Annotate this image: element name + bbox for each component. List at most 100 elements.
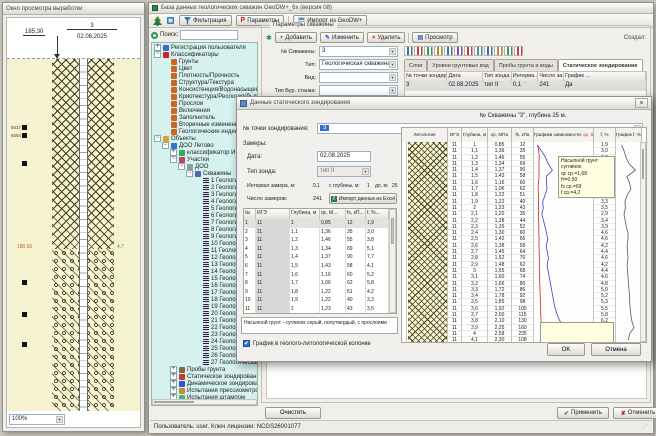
measurement-row[interactable]: 111121,23433,5 <box>244 305 396 314</box>
clear-button[interactable]: Очистить <box>265 407 321 419</box>
resize-grip[interactable]: ⋰ <box>642 423 648 430</box>
delete-button[interactable]: ×Удалить <box>367 32 405 43</box>
dialog-cancel-button[interactable]: Отмена <box>591 343 641 356</box>
expand-icon[interactable]: + <box>154 44 161 51</box>
collapse-icon[interactable]: − <box>170 156 177 163</box>
panel-vscrollbar-thumb[interactable] <box>642 149 644 179</box>
field-select[interactable]: ▼ <box>319 85 398 96</box>
measurement-row[interactable]: 10111,91,22403,3 <box>244 296 396 305</box>
tree-item[interactable]: −Классификаторы <box>153 51 257 58</box>
tab-1[interactable]: Слои <box>404 59 427 71</box>
column-header[interactable]: № точки зондир... <box>405 72 447 81</box>
column-header[interactable]: Глубина, м <box>290 209 320 219</box>
ok-button[interactable]: OK <box>547 343 585 356</box>
sounding-graph-panel[interactable]: Литология ИГЭ Глубина, м qc, МПа fs, кПа… <box>401 127 647 343</box>
column-header[interactable]: fs, кП... <box>346 209 366 219</box>
measurement-row[interactable]: 6111,51,43584,1 <box>244 262 396 271</box>
table-vscrollbar[interactable] <box>389 209 396 313</box>
measurement-row[interactable]: 5111,41,37907,7 <box>244 253 396 262</box>
collapse-icon[interactable]: − <box>186 170 193 177</box>
tree-hscrollbar[interactable] <box>152 399 257 405</box>
column-header[interactable]: qc, М... <box>320 209 346 219</box>
field-select[interactable]: 3▼ <box>319 46 398 57</box>
chart-style-icon-style-6[interactable] <box>454 46 463 56</box>
chart-style-icon-style-8[interactable] <box>474 46 483 56</box>
tree-item[interactable]: +Статическое зондирование <box>153 373 257 380</box>
expand-icon[interactable]: + <box>170 387 177 394</box>
chevron-down-icon[interactable]: ▼ <box>56 416 63 423</box>
chart-style-icon-style-10[interactable] <box>494 46 503 56</box>
chevron-down-icon[interactable]: ▼ <box>389 48 396 55</box>
measurement-row[interactable]: 7111,61,16605,2 <box>244 271 396 280</box>
collapse-icon[interactable]: − <box>154 51 161 58</box>
chart-style-icon-style-12[interactable] <box>514 46 523 56</box>
field-select[interactable]: Геологическая скважина▼ <box>319 59 398 70</box>
collapse-icon[interactable]: − <box>154 135 161 142</box>
chart-style-icon-style-4[interactable] <box>434 46 443 56</box>
tree-item[interactable]: Структура/Текстура <box>153 79 257 86</box>
tree-item[interactable]: Грунты <box>153 58 257 65</box>
measurement-row[interactable]: 2111,11,36353,0 <box>244 228 396 237</box>
add-button[interactable]: +Добавить <box>275 32 317 43</box>
tree-item[interactable]: +Испытания прессиометром <box>153 387 257 394</box>
tree-item[interactable]: Цвет <box>153 65 257 72</box>
measurement-row[interactable]: 3111,21,46553,8 <box>244 236 396 245</box>
apply-button[interactable]: ✔Применить <box>557 407 609 419</box>
date-input[interactable]: 02.08.2025 <box>317 151 371 162</box>
edit-button[interactable]: ✎Изменить <box>320 32 364 43</box>
table-row[interactable]: 302.08.2025тип II0,1241Да <box>405 81 646 91</box>
tab-4[interactable]: Статическое зондирование <box>558 59 643 71</box>
measurement-row[interactable]: 8111,71,06625,8 <box>244 279 396 288</box>
borehole-canvas[interactable]: 185,30 3 02.08.2025 180,60 4,7 65176584 … <box>6 17 141 428</box>
chart-style-icon-style-3[interactable] <box>424 46 433 56</box>
column-header[interactable]: Интерва... <box>512 72 539 81</box>
view-button[interactable]: ▤Просмотр <box>412 32 457 43</box>
sounding-points-table[interactable]: № точки зондир...ДатаТип зондаИнтерва...… <box>404 71 647 99</box>
tree-item[interactable]: +Динамическое зондирование <box>153 380 257 387</box>
tree-item[interactable]: +Регистрация пользователя <box>153 44 257 51</box>
search-input[interactable] <box>180 30 238 40</box>
tree-icon[interactable] <box>153 16 162 26</box>
field-select[interactable]: ▼ <box>319 72 398 83</box>
chevron-down-icon[interactable]: ▼ <box>389 61 396 68</box>
chart-style-icon-style-7[interactable] <box>464 46 473 56</box>
tree-item[interactable]: Консистенция/Водонасыщение/Водопрочность <box>153 86 257 93</box>
tab-3[interactable]: Пробы грунта и воды <box>494 59 558 71</box>
chart-style-icon-style-2[interactable] <box>414 46 423 56</box>
dialog-titlebar[interactable]: Данные статического зондирования × <box>237 97 651 110</box>
measurement-row[interactable]: 4111,31,34695,1 <box>244 245 396 254</box>
collapse-icon[interactable]: − <box>162 142 169 149</box>
tree-item[interactable]: +Пробы грунта <box>153 366 257 373</box>
expand-icon[interactable]: + <box>170 380 177 387</box>
column-header[interactable]: Число за... <box>538 72 564 81</box>
chart-style-icon-style-11[interactable] <box>504 46 513 56</box>
filter-button[interactable]: Фильтрация <box>179 15 232 26</box>
column-header[interactable]: Дата <box>447 72 483 81</box>
import-excel-button[interactable]: X Импорт данных из Excel <box>329 193 397 204</box>
expand-icon[interactable]: + <box>170 149 177 156</box>
measurement-row[interactable]: 11110,85121,9 <box>244 219 396 228</box>
borehole-window-titlebar[interactable]: Окно просмотра выработки <box>3 3 144 15</box>
column-header[interactable]: f, %... <box>366 209 389 219</box>
collapse-icon[interactable]: − <box>178 163 185 170</box>
column-header[interactable]: № <box>244 209 256 219</box>
expand-icon[interactable]: + <box>170 373 177 380</box>
chart-style-icon-style-1[interactable] <box>404 46 413 56</box>
cancel-button[interactable]: ✘Отменить <box>613 407 656 419</box>
measurements-table[interactable]: №ИГЭГлубина, мqc, М...fs, кП...f, %... 1… <box>243 208 397 314</box>
panel-vscrollbar[interactable] <box>640 142 646 342</box>
probe-type-select[interactable]: тип II▼ <box>317 166 371 177</box>
main-window-titlebar[interactable]: База данных геологических скважин GeoDW+… <box>149 3 653 14</box>
zoom-select[interactable]: 100%▼ <box>9 414 65 425</box>
column-header[interactable]: График ... <box>564 72 646 81</box>
chart-style-icon-style-5[interactable] <box>444 46 453 56</box>
expand-icon[interactable]: + <box>170 366 177 373</box>
refresh-icon[interactable] <box>166 16 175 25</box>
chevron-down-icon[interactable]: ▼ <box>389 87 396 94</box>
tree-hscrollbar-thumb[interactable] <box>154 401 194 403</box>
tab-2[interactable]: Уровни грунтовых вод <box>427 59 493 71</box>
chart-style-icon-style-9[interactable] <box>484 46 493 56</box>
column-graph-checkbox[interactable]: ✔ График в геолого-литологической колонк… <box>243 340 371 347</box>
table-vscrollbar-thumb[interactable] <box>391 218 394 244</box>
close-icon[interactable]: × <box>635 98 648 108</box>
